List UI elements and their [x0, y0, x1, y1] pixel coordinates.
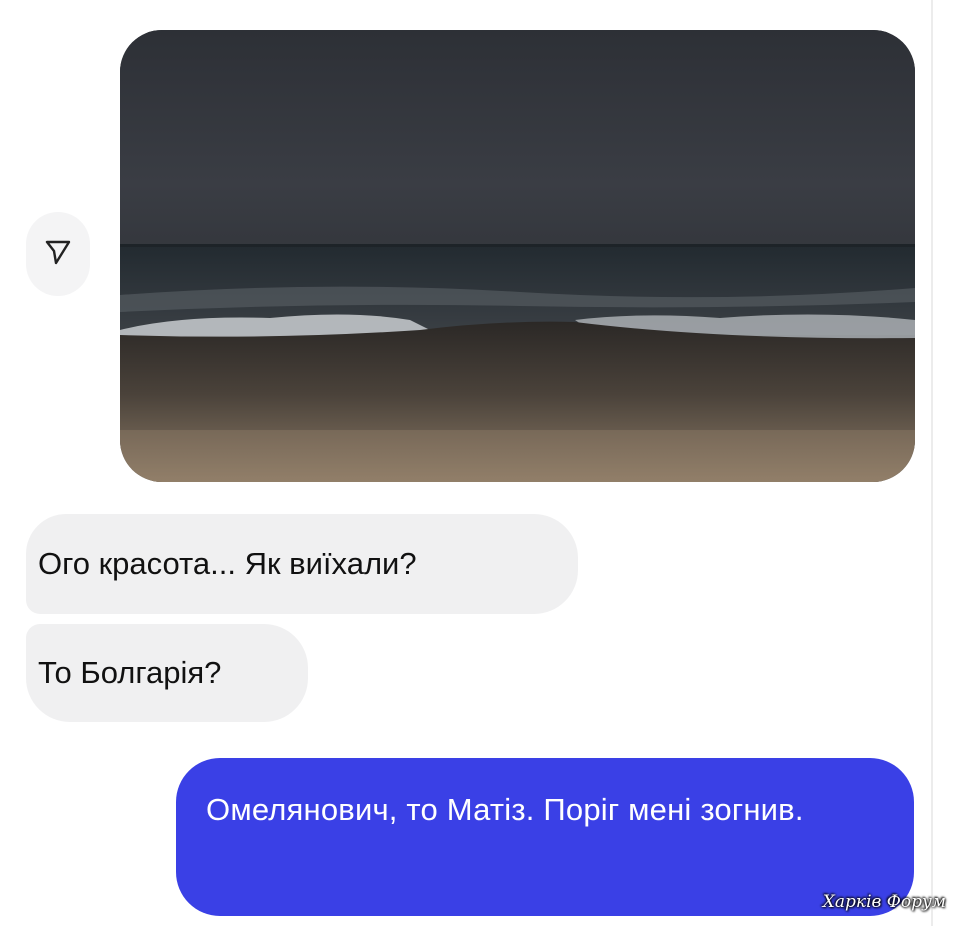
incoming-message[interactable]: Ого красота... Як виїхали?: [26, 514, 578, 614]
scrollbar-track[interactable]: [931, 0, 933, 926]
outgoing-message[interactable]: Омелянович, то Матіз. Поріг мені зогнив.: [176, 758, 914, 916]
incoming-message[interactable]: То Болгарія?: [26, 624, 308, 722]
send-arrow-icon: [43, 237, 73, 272]
chat-thread: Ого красота... Як виїхали? То Болгарія? …: [0, 0, 960, 926]
beach-photo: [120, 30, 915, 482]
message-text: То Болгарія?: [38, 655, 222, 690]
message-text: Ого красота... Як виїхали?: [38, 546, 417, 581]
message-text: Омелянович, то Матіз. Поріг мені зогнив.: [206, 792, 804, 827]
watermark: Харків Форум: [822, 892, 946, 912]
photo-message[interactable]: [120, 30, 915, 482]
share-button[interactable]: [26, 212, 90, 296]
